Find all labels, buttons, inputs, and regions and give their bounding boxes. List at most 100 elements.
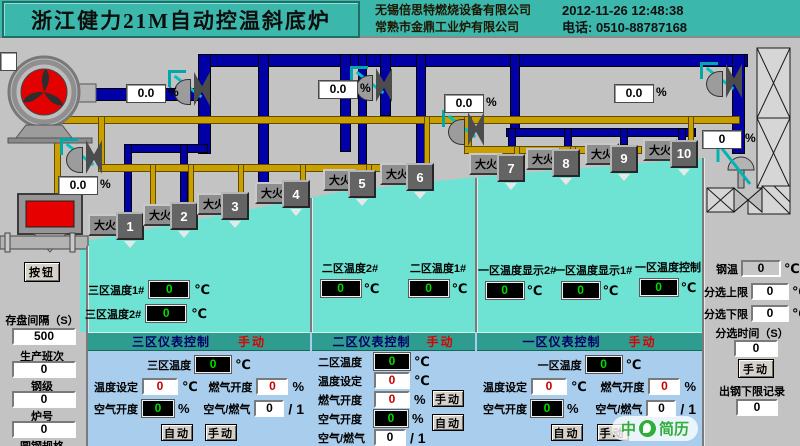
valve-opening-display: 0.0	[318, 80, 358, 99]
zone2-auto-button[interactable]: 自动	[432, 414, 464, 431]
valve-actuator-icon	[66, 147, 83, 173]
zone3-temp2-display: 0	[146, 305, 186, 322]
ratio-denominator: / 1	[680, 401, 696, 417]
burner-nozzle-icon	[505, 183, 517, 190]
zone3-auto-button[interactable]: 自动	[161, 424, 193, 441]
zone2-control-panel: 二区仪表控制 手动 二区温度 0 ℃ 温度设定 0 ℃ 燃气开度 0 % 空气开…	[312, 332, 475, 446]
ratio-denominator: / 1	[410, 430, 426, 446]
panel-title: 三区仪表控制	[132, 333, 210, 350]
zone1-temp-display: 0	[586, 356, 622, 373]
air-gas-ratio-label: 空气/燃气	[203, 401, 250, 417]
burner-8: 8	[552, 149, 580, 177]
zone2-air-gas-ratio-input[interactable]: 0	[374, 429, 406, 446]
tap-lower-record-label: 出钢下限记录	[708, 383, 796, 399]
unit-celsius: ℃	[452, 281, 468, 297]
phone: 电话: 0510-88787168	[562, 19, 687, 36]
zone2-temp-display: 0	[374, 353, 410, 370]
sidebar-button[interactable]: 按钮	[24, 262, 60, 282]
tap-lower-record-input[interactable]: 0	[736, 399, 778, 416]
burner-nozzle-icon	[678, 169, 690, 176]
zone2-gas-opening-input[interactable]: 0	[374, 391, 410, 408]
gas-pipe-drop	[238, 164, 244, 194]
valve-actuator-icon	[448, 119, 465, 145]
zone3-temp1-row: 三区温度1# 0 ℃	[88, 281, 210, 298]
zone3-temp2-row: 三区温度2# 0 ℃	[85, 305, 207, 322]
zone1-display1-display: 0	[562, 282, 600, 299]
gas-valve[interactable]	[60, 136, 106, 178]
zone1-panel-header: 一区仪表控制 手动	[477, 332, 702, 351]
zone3-temp-set-input[interactable]: 0	[142, 378, 178, 395]
unit-celsius: ℃	[235, 357, 251, 373]
zone1-temp-label: 一区温度	[538, 357, 582, 373]
valve-opening-display: 0.0	[58, 176, 98, 195]
panel-title: 二区仪表控制	[332, 333, 410, 350]
steel-temp-row: 钢温 0 ℃	[716, 260, 800, 277]
panel-mode: 手动	[427, 333, 455, 350]
temp-set-label: 温度设定	[318, 373, 370, 389]
unit-celsius: ℃	[194, 282, 210, 298]
zone1-air-opening-display: 0	[531, 400, 563, 417]
burner-nozzle-icon	[290, 209, 302, 216]
temp-set-label: 温度设定	[483, 379, 527, 395]
gas-pipe-drop	[424, 116, 430, 164]
watermark-leaf-icon	[639, 420, 656, 437]
zone1-display2-group: 一区温度显示2# 0℃	[478, 262, 550, 299]
furnace-no-input[interactable]: 0	[12, 421, 76, 438]
unit-percent: %	[486, 95, 497, 109]
zone1-display2-label: 一区温度显示2#	[478, 262, 550, 278]
burner-2: 2	[170, 202, 198, 230]
burner-1: 1	[116, 212, 144, 240]
gas-opening-label: 燃气开度	[600, 379, 644, 395]
company-info: 无锡倍思特燃烧设备有限公司 常熟市金鼎工业炉有限公司	[375, 2, 531, 36]
sort-time-input[interactable]: 0	[734, 340, 778, 357]
sort-upper-input[interactable]: 0	[751, 283, 789, 300]
zone2-temp1-label: 二区温度1#	[402, 260, 474, 276]
valve-body-icon	[376, 68, 392, 102]
zone1-air-gas-ratio-input[interactable]: 0	[646, 400, 676, 417]
zone3-air-gas-ratio-input[interactable]: 0	[254, 400, 284, 417]
zone2-manual-button[interactable]: 手动	[432, 390, 464, 407]
zone3-temp1-display: 0	[149, 281, 189, 298]
zone1-temp-set-input[interactable]: 0	[531, 378, 567, 395]
sort-upper-label: 分选上限	[704, 284, 748, 300]
burner-5: 5	[348, 170, 376, 198]
gas-valve[interactable]	[442, 108, 488, 150]
zone1-gas-opening-input[interactable]: 0	[648, 378, 680, 395]
right-manual-button[interactable]: 手动	[738, 359, 774, 378]
shift-input[interactable]: 0	[12, 361, 76, 378]
panel-mode: 手动	[629, 333, 657, 350]
zone2-panel-header: 二区仪表控制 手动	[312, 332, 475, 351]
burner-7: 7	[497, 154, 525, 182]
zone3-manual-button[interactable]: 手动	[205, 424, 237, 441]
unit-celsius: ℃	[603, 283, 619, 299]
air-pipe-manifold	[506, 128, 696, 137]
zone3-gas-opening-input[interactable]: 0	[256, 378, 288, 395]
zone2-temp1-group: 二区温度1# 0℃	[402, 260, 474, 297]
valve-body-icon	[194, 72, 210, 106]
zone1-display2-display: 0	[486, 282, 524, 299]
zone1-auto-button[interactable]: 自动	[551, 424, 583, 441]
air-valve[interactable]	[700, 60, 746, 102]
page-title: 浙江健力21M自动控温斜底炉	[2, 1, 360, 38]
zone2-temp2-display: 0	[321, 280, 361, 297]
zone3-temp-display: 0	[195, 356, 231, 373]
unit-celsius: ℃	[792, 284, 800, 300]
unit-celsius: ℃	[414, 354, 430, 370]
small-display	[0, 52, 17, 71]
burner-nozzle-icon	[356, 199, 368, 206]
air-pipe-riser	[258, 54, 269, 196]
steel-temp-display: 0	[741, 260, 781, 277]
air-pipe-drop	[180, 144, 188, 204]
sort-lower-input[interactable]: 0	[751, 305, 789, 322]
zone3-panel-header: 三区仪表控制 手动	[88, 332, 310, 351]
zone2-temp-set-input[interactable]: 0	[374, 372, 410, 389]
unit-celsius: ℃	[527, 283, 543, 299]
valve-opening-display: 0.0	[614, 84, 654, 103]
valve-opening-display: 0.0	[126, 84, 166, 103]
unit-celsius: ℃	[626, 357, 642, 373]
datetime: 2012-11-26 12:48:38	[562, 2, 687, 19]
steel-grade-input[interactable]: 0	[12, 391, 76, 408]
sort-time-label: 分选时间（S）	[708, 325, 796, 341]
round-steel-spec-label: 圆钢规格	[0, 438, 84, 446]
save-interval-input[interactable]: 500	[12, 328, 76, 345]
